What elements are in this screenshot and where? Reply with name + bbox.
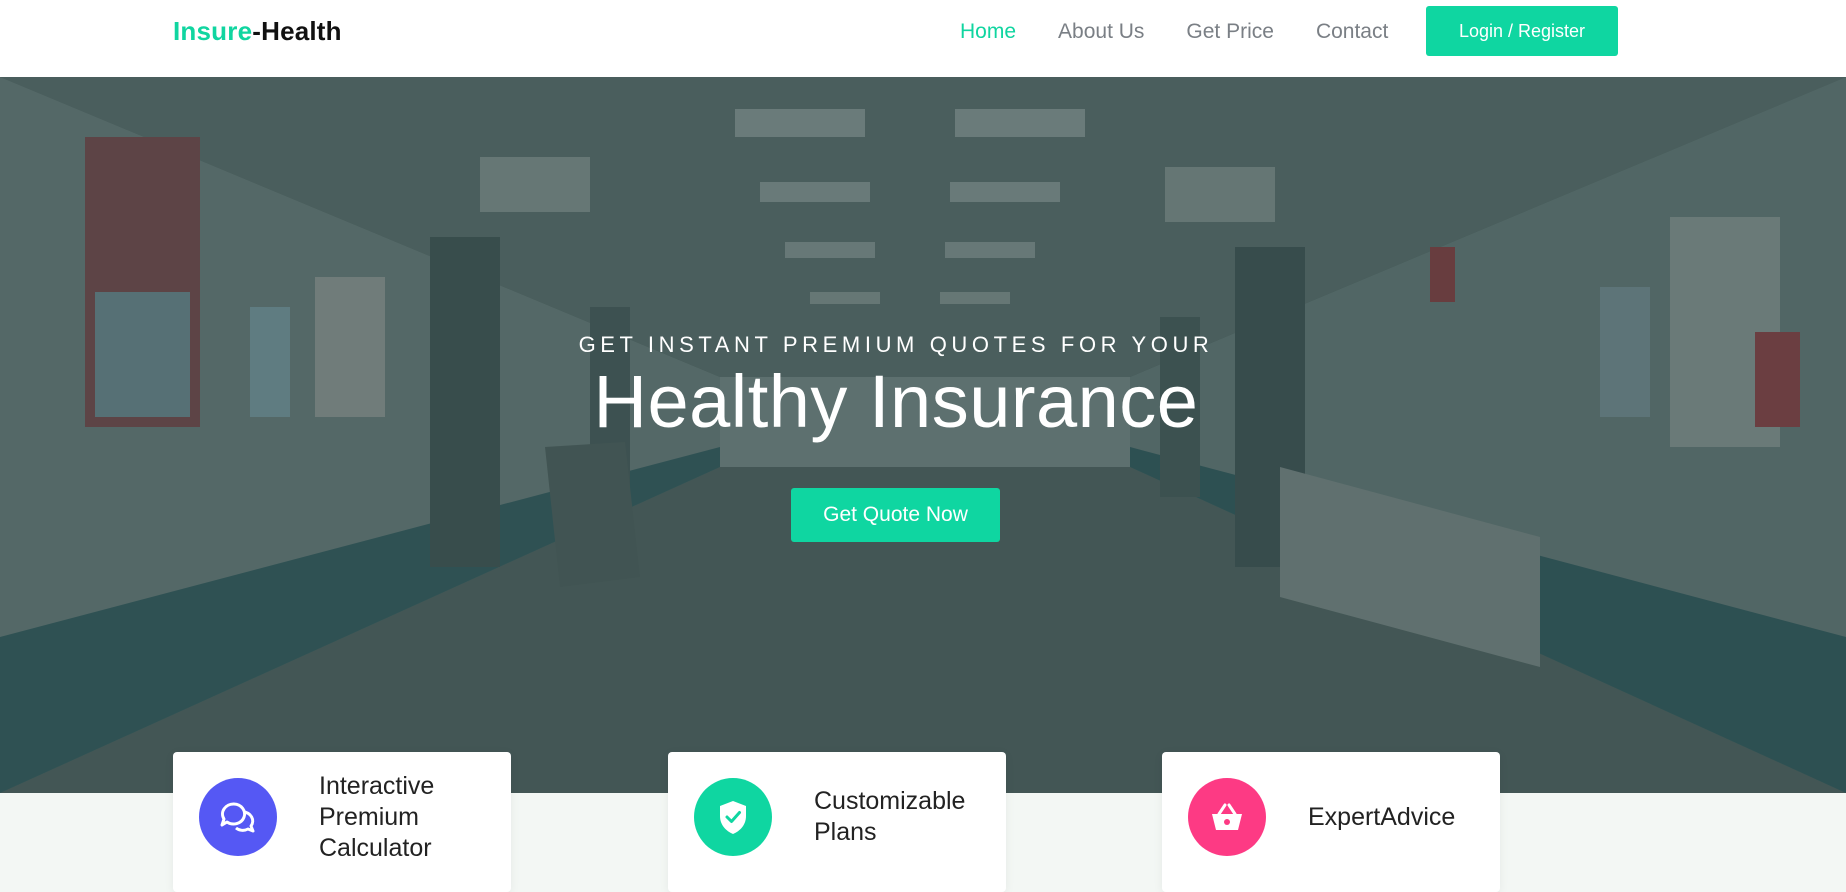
feature-card-label: ExpertAdvice xyxy=(1308,802,1456,831)
nav-link-contact[interactable]: Contact xyxy=(1316,20,1388,44)
feature-card-label: Interactive Premium Calculator xyxy=(319,771,435,862)
nav-link-about-us[interactable]: About Us xyxy=(1058,20,1144,44)
feature-card-calculator[interactable]: Interactive Premium Calculator xyxy=(173,752,511,892)
shield-check-icon xyxy=(694,778,772,856)
feature-card-label: Customizable Plans xyxy=(814,787,966,846)
navbar: Insure-Health Home About Us Get Price Co… xyxy=(0,0,1846,77)
login-register-button[interactable]: Login / Register xyxy=(1426,6,1618,56)
brand-logo-part2: -Health xyxy=(252,16,342,46)
brand-logo[interactable]: Insure-Health xyxy=(173,16,342,47)
nav-link-home[interactable]: Home xyxy=(960,20,1016,44)
brand-logo-part1: Insure xyxy=(173,16,253,46)
hero-title: Healthy Insurance xyxy=(593,360,1199,443)
feature-card-advice[interactable]: ExpertAdvice xyxy=(1162,752,1500,892)
hero-subtitle: GET INSTANT PREMIUM QUOTES FOR YOUR xyxy=(578,332,1214,357)
nav-link-get-price[interactable]: Get Price xyxy=(1186,20,1274,44)
chat-bubbles-icon xyxy=(199,778,277,856)
nav-links: Home About Us Get Price Contact xyxy=(960,20,1388,44)
feature-card-plans[interactable]: Customizable Plans xyxy=(668,752,1006,892)
basket-icon xyxy=(1188,778,1266,856)
get-quote-button[interactable]: Get Quote Now xyxy=(791,488,1000,542)
hero-section: GET INSTANT PREMIUM QUOTES FOR YOUR Heal… xyxy=(0,77,1846,793)
